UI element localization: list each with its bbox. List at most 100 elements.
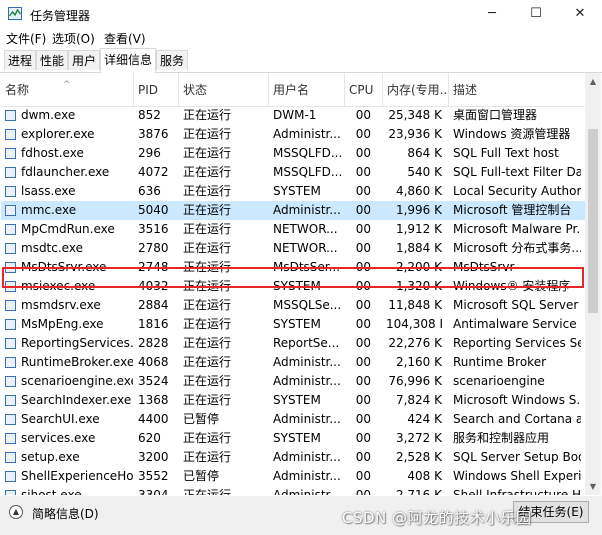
user-cell: SYSTEM xyxy=(273,393,321,407)
cpu-cell: 00 xyxy=(355,450,371,464)
process-row[interactable]: mmc.exe 5040 正在运行 Administr... 00 1,996 K Micr… xyxy=(1,201,585,220)
process-row[interactable]: ShellExperienceHo... 3552 已暂停 Administr... 0… xyxy=(1,467,585,486)
process-icon xyxy=(5,338,16,349)
process-row[interactable]: SearchIndexer.exe 1368 正在运行 SYSTEM 00 7,824 K… xyxy=(1,391,585,410)
column-user[interactable]: 用户名 xyxy=(269,73,345,106)
process-name: msiexec.exe xyxy=(21,279,96,293)
column-description[interactable]: 描述 xyxy=(449,73,585,106)
pid-cell: 3200 xyxy=(138,450,169,464)
cpu-cell: 00 xyxy=(355,412,371,426)
process-row[interactable]: sihost.exe 3304 正在运行 Administr... 00 2,716 K S… xyxy=(1,486,585,495)
user-cell: Administr... xyxy=(273,469,341,483)
column-pid[interactable]: PID xyxy=(134,73,179,106)
process-name-cell: fdlauncher.exe xyxy=(5,163,133,182)
process-row[interactable]: msiexec.exe 4032 正在运行 SYSTEM 00 1,320 K Window… xyxy=(1,277,585,296)
vertical-scrollbar[interactable]: ▲ ▼ xyxy=(585,73,601,495)
process-row[interactable]: MpCmdRun.exe 3516 正在运行 NETWOR... 00 1,912 K Mi… xyxy=(1,220,585,239)
tab-services[interactable]: 服务 xyxy=(156,50,189,70)
process-icon xyxy=(5,167,16,178)
less-info-link[interactable]: 简略信息(D) xyxy=(32,505,99,522)
memory-cell: 1,884 K xyxy=(395,241,442,255)
process-icon xyxy=(5,452,16,463)
scroll-down-icon[interactable]: ▼ xyxy=(585,478,601,495)
status-cell: 正在运行 xyxy=(183,146,232,160)
tab-users[interactable]: 用户 xyxy=(68,50,101,70)
user-cell: MSSQLFD... xyxy=(273,146,341,160)
user-cell: SYSTEM xyxy=(273,431,321,445)
status-cell: 正在运行 xyxy=(183,184,232,198)
process-name: msdtc.exe xyxy=(21,241,83,255)
description-cell: 服务和控制器应用 xyxy=(453,431,550,445)
status-cell: 正在运行 xyxy=(183,298,232,312)
process-name-cell: sihost.exe xyxy=(5,486,133,495)
cpu-cell: 00 xyxy=(355,241,371,255)
user-cell: Administr... xyxy=(273,203,341,217)
process-row[interactable]: msdtc.exe 2780 正在运行 NETWOR... 00 1,884 K Micro… xyxy=(1,239,585,258)
memory-cell: 11,848 K xyxy=(388,298,442,312)
column-status[interactable]: 状态 xyxy=(179,73,269,106)
tab-details[interactable]: 详细信息 xyxy=(100,48,157,73)
pid-cell: 5040 xyxy=(138,203,169,217)
process-row[interactable]: MsDtsSrvr.exe 2748 正在运行 MsDtsSer... 00 2,200 … xyxy=(1,258,585,277)
status-cell: 正在运行 xyxy=(183,260,232,274)
process-row[interactable]: fdhost.exe 296 正在运行 MSSQLFD... 00 864 K SQL Fu… xyxy=(1,144,585,163)
tab-processes[interactable]: 进程 xyxy=(4,50,37,70)
process-icon xyxy=(5,243,16,254)
process-row[interactable]: explorer.exe 3876 正在运行 Administr... 00 23,936… xyxy=(1,125,585,144)
column-cpu[interactable]: CPU xyxy=(345,73,383,106)
process-row[interactable]: scenarioengine.exe 3524 正在运行 Administr... 00… xyxy=(1,372,585,391)
process-icon xyxy=(5,357,16,368)
process-icon xyxy=(5,186,16,197)
chevron-up-icon[interactable]: ▲ xyxy=(9,505,23,519)
column-status-label: 状态 xyxy=(183,83,208,97)
status-cell: 正在运行 xyxy=(183,127,232,141)
process-name-cell: services.exe xyxy=(5,429,133,448)
close-button[interactable]: ✕ xyxy=(558,0,602,28)
user-cell: SYSTEM xyxy=(273,317,321,331)
maximize-button[interactable]: ☐ xyxy=(514,0,558,28)
memory-cell: 540 K xyxy=(407,165,442,179)
process-row[interactable]: SearchUI.exe 4400 已暂停 Administr... 00 424 K Se… xyxy=(1,410,585,429)
process-name: MsDtsSrvr.exe xyxy=(21,260,107,274)
process-row[interactable]: services.exe 620 正在运行 SYSTEM 00 3,272 K 服务和控制器… xyxy=(1,429,585,448)
process-row[interactable]: dwm.exe 852 正在运行 DWM-1 00 25,348 K 桌面窗口管理器 xyxy=(1,106,585,125)
process-row[interactable]: msmdsrv.exe 2884 正在运行 MSSQLSe... 00 11,848 K M… xyxy=(1,296,585,315)
description-cell: Windows® 安装程序 xyxy=(453,279,571,293)
process-name: explorer.exe xyxy=(21,127,95,141)
description-cell: Shell Infrastructure H... xyxy=(453,488,581,495)
status-cell: 正在运行 xyxy=(183,374,232,388)
scrollbar-thumb[interactable] xyxy=(588,129,598,313)
memory-cell: 408 K xyxy=(407,469,442,483)
user-cell: SYSTEM xyxy=(273,184,321,198)
scroll-up-icon[interactable]: ▲ xyxy=(585,73,601,90)
pid-cell: 2884 xyxy=(138,298,169,312)
column-name[interactable]: ^ 名称 xyxy=(1,73,134,106)
pid-cell: 3524 xyxy=(138,374,169,388)
process-row[interactable]: setup.exe 3200 正在运行 Administr... 00 2,528 K SQ… xyxy=(1,448,585,467)
tab-performance[interactable]: 性能 xyxy=(36,50,69,70)
pid-cell: 4400 xyxy=(138,412,169,426)
process-row[interactable]: MsMpEng.exe 1816 正在运行 SYSTEM 00 104,308 K Anti… xyxy=(1,315,585,334)
menu-view[interactable]: 查看(V) xyxy=(104,30,146,47)
cpu-cell: 00 xyxy=(355,260,371,274)
cpu-cell: 00 xyxy=(355,108,371,122)
memory-cell: 4,860 K xyxy=(395,184,442,198)
description-cell: Reporting Services Se... xyxy=(453,336,581,350)
column-name-label: 名称 xyxy=(5,83,30,97)
process-row[interactable]: ReportingServices... 2828 正在运行 ReportSe... 0… xyxy=(1,334,585,353)
cpu-cell: 00 xyxy=(355,127,371,141)
menu-file[interactable]: 文件(F) xyxy=(6,30,46,47)
column-memory[interactable]: 内存(专用... xyxy=(383,73,449,106)
minimize-button[interactable]: ─ xyxy=(470,0,514,28)
cpu-cell: 00 xyxy=(355,374,371,388)
process-row[interactable]: RuntimeBroker.exe 4068 正在运行 Administr... 00 2… xyxy=(1,353,585,372)
status-cell: 正在运行 xyxy=(183,488,232,495)
process-name-cell: lsass.exe xyxy=(5,182,133,201)
status-cell: 正在运行 xyxy=(183,431,232,445)
column-description-label: 描述 xyxy=(453,83,478,97)
process-row[interactable]: lsass.exe 636 正在运行 SYSTEM 00 4,860 K Local Sec… xyxy=(1,182,585,201)
cpu-cell: 00 xyxy=(355,222,371,236)
process-row[interactable]: fdlauncher.exe 4072 正在运行 MSSQLFD... 00 540 K S… xyxy=(1,163,585,182)
menu-options[interactable]: 选项(O) xyxy=(52,30,95,47)
user-cell: Administr... xyxy=(273,127,341,141)
